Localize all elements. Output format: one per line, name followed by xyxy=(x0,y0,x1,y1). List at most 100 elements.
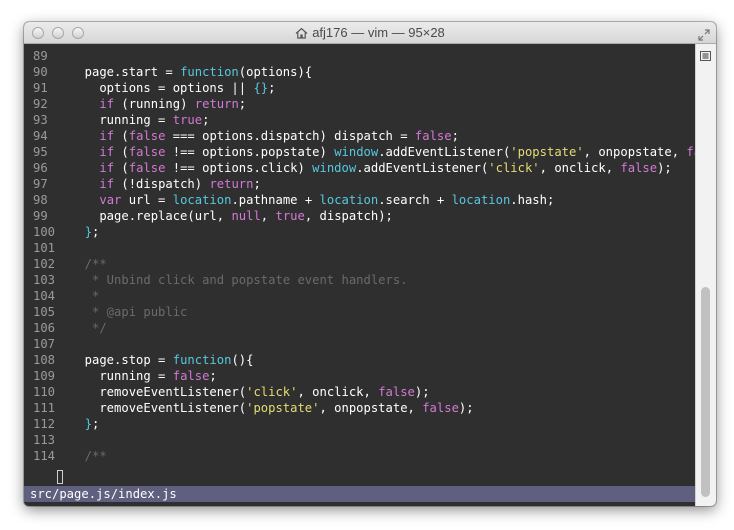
line-number: 94 xyxy=(33,129,48,143)
line-text: * @api public xyxy=(70,304,187,320)
line-number: 104 xyxy=(33,289,56,303)
code-token: removeEventListener( xyxy=(70,401,247,415)
code-token: removeEventListener( xyxy=(70,385,247,399)
line-number: 102 xyxy=(33,257,56,271)
code-token: return xyxy=(194,97,239,111)
code-token: location xyxy=(451,193,511,207)
code-token: ; xyxy=(238,97,247,111)
code-token: , dispatch); xyxy=(304,209,393,223)
code-token: /** xyxy=(70,257,107,271)
code-token: * Unbind click and popstate event handle… xyxy=(70,273,408,287)
code-token: function xyxy=(172,353,232,367)
code-token: false xyxy=(128,145,166,159)
code-token: window xyxy=(334,145,379,159)
code-token: true xyxy=(172,113,203,127)
code-token: 'click' xyxy=(488,161,540,175)
vim-status-line: src/page.js/index.js xyxy=(24,486,695,502)
line-text: page.start = function(options){ xyxy=(70,64,312,80)
code-token: , onclick, xyxy=(539,161,621,175)
line-number: 105 xyxy=(33,305,56,319)
home-icon xyxy=(295,27,308,43)
code-token: if xyxy=(99,161,115,175)
code-token: page.stop = xyxy=(70,353,173,367)
fullscreen-icon[interactable] xyxy=(698,26,710,41)
line-number: 96 xyxy=(33,161,48,175)
code-token: null xyxy=(231,209,261,223)
line-number: 106 xyxy=(33,321,56,335)
line-number: 111 xyxy=(33,401,56,415)
code-token: ); xyxy=(657,161,672,175)
code-token: true xyxy=(275,209,305,223)
code-token: ; xyxy=(209,369,217,383)
code-token: ; xyxy=(202,113,210,127)
line-text: removeEventListener('popstate', onpopsta… xyxy=(70,400,474,416)
code-token: 'popstate' xyxy=(510,145,584,159)
line-number: 91 xyxy=(33,81,48,95)
scrollbar-thumb[interactable] xyxy=(701,287,710,497)
code-token: * xyxy=(70,289,100,303)
code-token: ); xyxy=(458,401,474,415)
vim-editor[interactable]: src/page.js/index.js 89 90 page.start = f… xyxy=(24,44,716,506)
code-token: if xyxy=(99,129,115,143)
code-token: ; xyxy=(253,177,261,191)
line-number: 107 xyxy=(33,337,56,351)
code-token: ; xyxy=(92,417,100,431)
line-number: 113 xyxy=(33,433,56,447)
code-token: window xyxy=(312,161,357,175)
line-text: var url = location.pathname + location.s… xyxy=(70,192,554,208)
code-token: !== options.popstate) xyxy=(165,145,335,159)
line-text: }; xyxy=(70,416,100,432)
vertical-scrollbar[interactable] xyxy=(695,44,716,506)
code-token: if xyxy=(99,97,115,111)
line-number: 90 xyxy=(33,65,48,79)
code-token: page.start = xyxy=(70,65,181,79)
line-text: if (running) return; xyxy=(70,96,246,112)
line-number: 95 xyxy=(33,145,48,159)
code-token: return xyxy=(209,177,254,191)
code-token: , onpopstate, xyxy=(319,401,423,415)
code-token: .hash; xyxy=(510,193,555,207)
line-text: running = false; xyxy=(70,368,217,384)
code-token: .pathname + xyxy=(231,193,320,207)
code-token: , onpopstate, xyxy=(583,145,687,159)
code-token: {} xyxy=(253,81,269,95)
line-text: page.stop = function(){ xyxy=(70,352,254,368)
code-token: var xyxy=(99,193,122,207)
code-token: , onclick, xyxy=(297,385,379,399)
line-number: 110 xyxy=(33,385,56,399)
line-number: 109 xyxy=(33,369,56,383)
line-text: removeEventListener('click', onclick, fa… xyxy=(70,384,430,400)
code-token: (running) xyxy=(114,97,195,111)
line-number: 99 xyxy=(33,209,48,223)
code-token: } xyxy=(84,225,93,239)
code-token: ; xyxy=(451,129,459,143)
menu-icon[interactable] xyxy=(700,46,711,61)
code-token: ( xyxy=(114,129,129,143)
line-number: 112 xyxy=(33,417,56,431)
line-text: * xyxy=(70,288,99,304)
code-token: options = options || xyxy=(70,81,254,95)
code-token: * @api public xyxy=(70,305,188,319)
code-token: url = xyxy=(121,193,173,207)
line-number: 101 xyxy=(33,241,56,255)
code-token: === options.dispatch) dispatch = xyxy=(165,129,415,143)
text-cursor xyxy=(57,470,63,484)
code-token: false xyxy=(378,385,415,399)
code-token: ( xyxy=(114,145,129,159)
code-token: 'popstate' xyxy=(246,401,320,415)
line-text: }; xyxy=(70,224,100,240)
title-bar[interactable]: afj176 — vim — 95×28 xyxy=(24,22,716,44)
code-token: } xyxy=(84,417,93,431)
code-token: ); xyxy=(414,385,430,399)
window-title: afj176 — vim — 95×28 xyxy=(312,25,445,40)
code-token: false xyxy=(172,369,210,383)
code-token: location xyxy=(172,193,232,207)
line-text: * Unbind click and popstate event handle… xyxy=(70,272,408,288)
line-text: if (false !== options.click) window.addE… xyxy=(70,160,672,176)
line-number: 89 xyxy=(33,49,48,63)
line-text: page.replace(url, null, true, dispatch); xyxy=(70,208,393,224)
